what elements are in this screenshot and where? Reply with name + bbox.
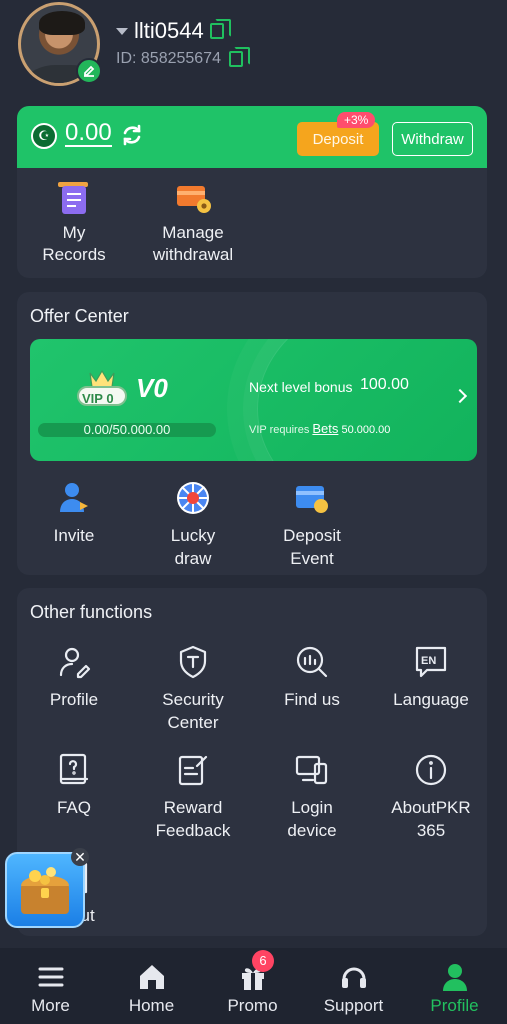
profile-icon: [56, 644, 92, 680]
language-label: Language: [393, 690, 469, 709]
invite-button[interactable]: Invite: [15, 480, 133, 547]
about-button[interactable]: AboutPKR 365: [372, 752, 490, 842]
faq-label: FAQ: [56, 798, 91, 817]
security-center-button[interactable]: Security Center: [134, 644, 252, 734]
security-center-label: Security Center: [162, 690, 224, 732]
next-level-bonus-value: 100.00: [360, 376, 409, 393]
login-device-label: Login device: [287, 798, 337, 840]
person-icon: [440, 962, 470, 992]
invite-icon: [56, 480, 92, 516]
refresh-icon[interactable]: [120, 123, 144, 147]
invite-label: Invite: [53, 526, 95, 545]
lucky-draw-button[interactable]: Lucky draw: [134, 480, 252, 570]
about-icon: [413, 752, 449, 788]
deposit-event-icon: [294, 480, 330, 516]
language-icon: EN: [413, 644, 449, 680]
vip-requires-link[interactable]: Bets: [312, 421, 338, 436]
copy-id-icon[interactable]: [228, 47, 250, 67]
treasure-chest-widget[interactable]: ✕: [5, 848, 89, 928]
user-id-text: ID: 858255674: [116, 50, 221, 67]
find-us-button[interactable]: Find us: [253, 644, 371, 711]
headset-icon: [339, 962, 369, 992]
tab-support-label: Support: [323, 996, 384, 1015]
my-records-button[interactable]: My Records: [17, 180, 134, 266]
login-device-icon: [294, 752, 330, 788]
wallet-card: ☪ 0.00 Deposit +3% Withdraw My Records M…: [17, 106, 487, 278]
vip-requirement: VIP requires Bets 50.000.00: [249, 421, 390, 436]
tab-promo-label: Promo: [227, 996, 278, 1015]
copy-username-icon[interactable]: [209, 19, 231, 39]
vip-requires-label: VIP requires: [249, 424, 310, 436]
withdraw-button[interactable]: Withdraw: [392, 122, 473, 156]
tab-profile[interactable]: Profile: [404, 948, 505, 1024]
language-badge: EN: [421, 655, 437, 667]
vip-level: V0: [136, 373, 168, 403]
tab-profile-label: Profile: [430, 996, 479, 1015]
security-icon: [175, 644, 211, 680]
tab-more-label: More: [31, 996, 70, 1015]
profile-function-label: Profile: [49, 690, 99, 709]
chevron-down-icon: [116, 27, 128, 35]
offer-center-card: Offer Center VIP 0 V0 0.00/50.000.00 Nex…: [17, 292, 487, 575]
vip-progress-text: 0.00/50.000.00: [83, 422, 171, 437]
home-icon: [137, 962, 167, 992]
close-icon[interactable]: ✕: [71, 848, 89, 866]
lucky-draw-icon: [175, 480, 211, 516]
manage-withdrawal-icon: [173, 180, 213, 216]
tab-home-label: Home: [128, 996, 175, 1015]
my-records-label: My Records: [42, 223, 106, 264]
reward-feedback-label: Reward Feedback: [155, 798, 231, 840]
wallet-balance-bar: ☪ 0.00 Deposit +3% Withdraw: [17, 106, 487, 168]
treasure-chest-icon: [21, 867, 69, 914]
vip-requires-value: 50.000.00: [341, 424, 391, 436]
reward-feedback-icon: [175, 752, 211, 788]
edit-avatar-icon[interactable]: [76, 58, 102, 84]
tab-support[interactable]: Support: [303, 948, 404, 1024]
offer-center-title: Offer Center: [30, 306, 129, 326]
balance-amount: 0.00: [65, 119, 112, 147]
next-level-bonus-label: Next level bonus: [249, 379, 353, 395]
find-us-label: Find us: [284, 690, 340, 709]
reward-feedback-button[interactable]: Reward Feedback: [134, 752, 252, 842]
other-functions-title: Other functions: [30, 602, 153, 622]
vip-banner-decoration: [257, 339, 477, 461]
lucky-draw-label: Lucky draw: [170, 526, 216, 568]
username[interactable]: llti0544: [116, 18, 231, 44]
menu-icon: [36, 962, 66, 992]
language-button[interactable]: EN Language: [372, 644, 490, 711]
faq-icon: [56, 752, 92, 788]
user-id: ID: 858255674: [116, 47, 250, 68]
other-functions-card: Other functions Profile Security Center …: [17, 588, 487, 936]
login-device-button[interactable]: Login device: [253, 752, 371, 842]
about-label: AboutPKR 365: [391, 798, 471, 840]
profile-function-button[interactable]: Profile: [15, 644, 133, 711]
avatar-hair: [39, 11, 85, 35]
manage-withdrawal-button[interactable]: Manage withdrawal: [133, 180, 253, 266]
tab-home[interactable]: Home: [101, 948, 202, 1024]
vip-banner[interactable]: VIP 0 V0 0.00/50.000.00 Next level bonus…: [30, 339, 477, 461]
manage-withdrawal-label: Manage withdrawal: [152, 223, 234, 264]
currency-flag-icon: ☪: [31, 123, 57, 149]
vip-badge-text: VIP 0: [82, 391, 114, 406]
tab-more[interactable]: More: [0, 948, 101, 1024]
deposit-bonus-badge: +3%: [337, 112, 376, 128]
username-text: llti0544: [134, 18, 204, 43]
deposit-event-label: Deposit Event: [283, 526, 341, 568]
faq-button[interactable]: FAQ: [15, 752, 133, 819]
profile-header: llti0544 ID: 858255674: [0, 0, 507, 100]
records-icon: [54, 180, 94, 216]
promo-count-badge: 6: [252, 950, 274, 972]
find-us-icon: [294, 644, 330, 680]
deposit-event-button[interactable]: Deposit Event: [253, 480, 371, 570]
